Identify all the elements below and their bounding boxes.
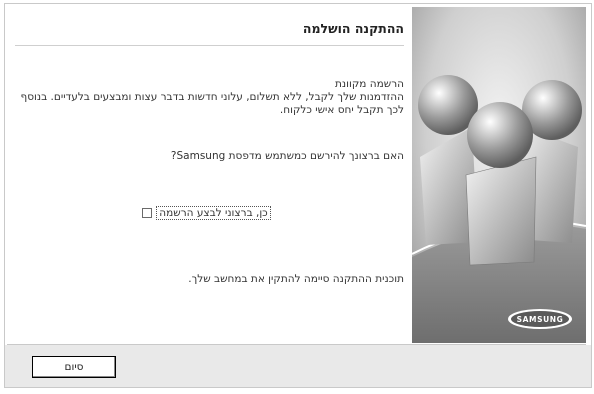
content-panel: ההתקנה הושלמה הרשמה מקוונת ההזדמנות שלך … bbox=[7, 7, 412, 343]
samsung-side-banner: SAMSUNG bbox=[412, 7, 586, 343]
installer-window: ההתקנה הושלמה הרשמה מקוונת ההזדמנות שלך … bbox=[0, 0, 594, 394]
dialog-title: ההתקנה הושלמה bbox=[302, 21, 404, 36]
finish-button[interactable]: סיום bbox=[32, 356, 116, 378]
people-figures-illustration: SAMSUNG bbox=[412, 7, 586, 343]
register-checkbox-control[interactable]: כן, ברצוני לבצע הרשמה bbox=[142, 206, 271, 220]
registration-text: הרשמה מקוונת ההזדמנות שלך לקבל, ללא תשלו… bbox=[9, 78, 404, 117]
register-question: האם ברצונך להירשם כמשתמש מדפסת Samsung? bbox=[170, 150, 404, 162]
register-checkbox-label[interactable]: כן, ברצוני לבצע הרשמה bbox=[156, 206, 271, 220]
register-checkbox-row: כן, ברצוני לבצע הרשמה bbox=[9, 206, 404, 220]
title-divider bbox=[15, 45, 404, 46]
samsung-logo: SAMSUNG bbox=[508, 309, 572, 329]
finish-message: תוכנית ההתקנה סיימה להתקין את במחשב שלך. bbox=[188, 273, 404, 285]
samsung-logo-text: SAMSUNG bbox=[517, 315, 564, 324]
register-checkbox[interactable] bbox=[142, 208, 153, 218]
registration-text-body: הרשמה מקוונת ההזדמנות שלך לקבל, ללא תשלו… bbox=[20, 78, 404, 116]
